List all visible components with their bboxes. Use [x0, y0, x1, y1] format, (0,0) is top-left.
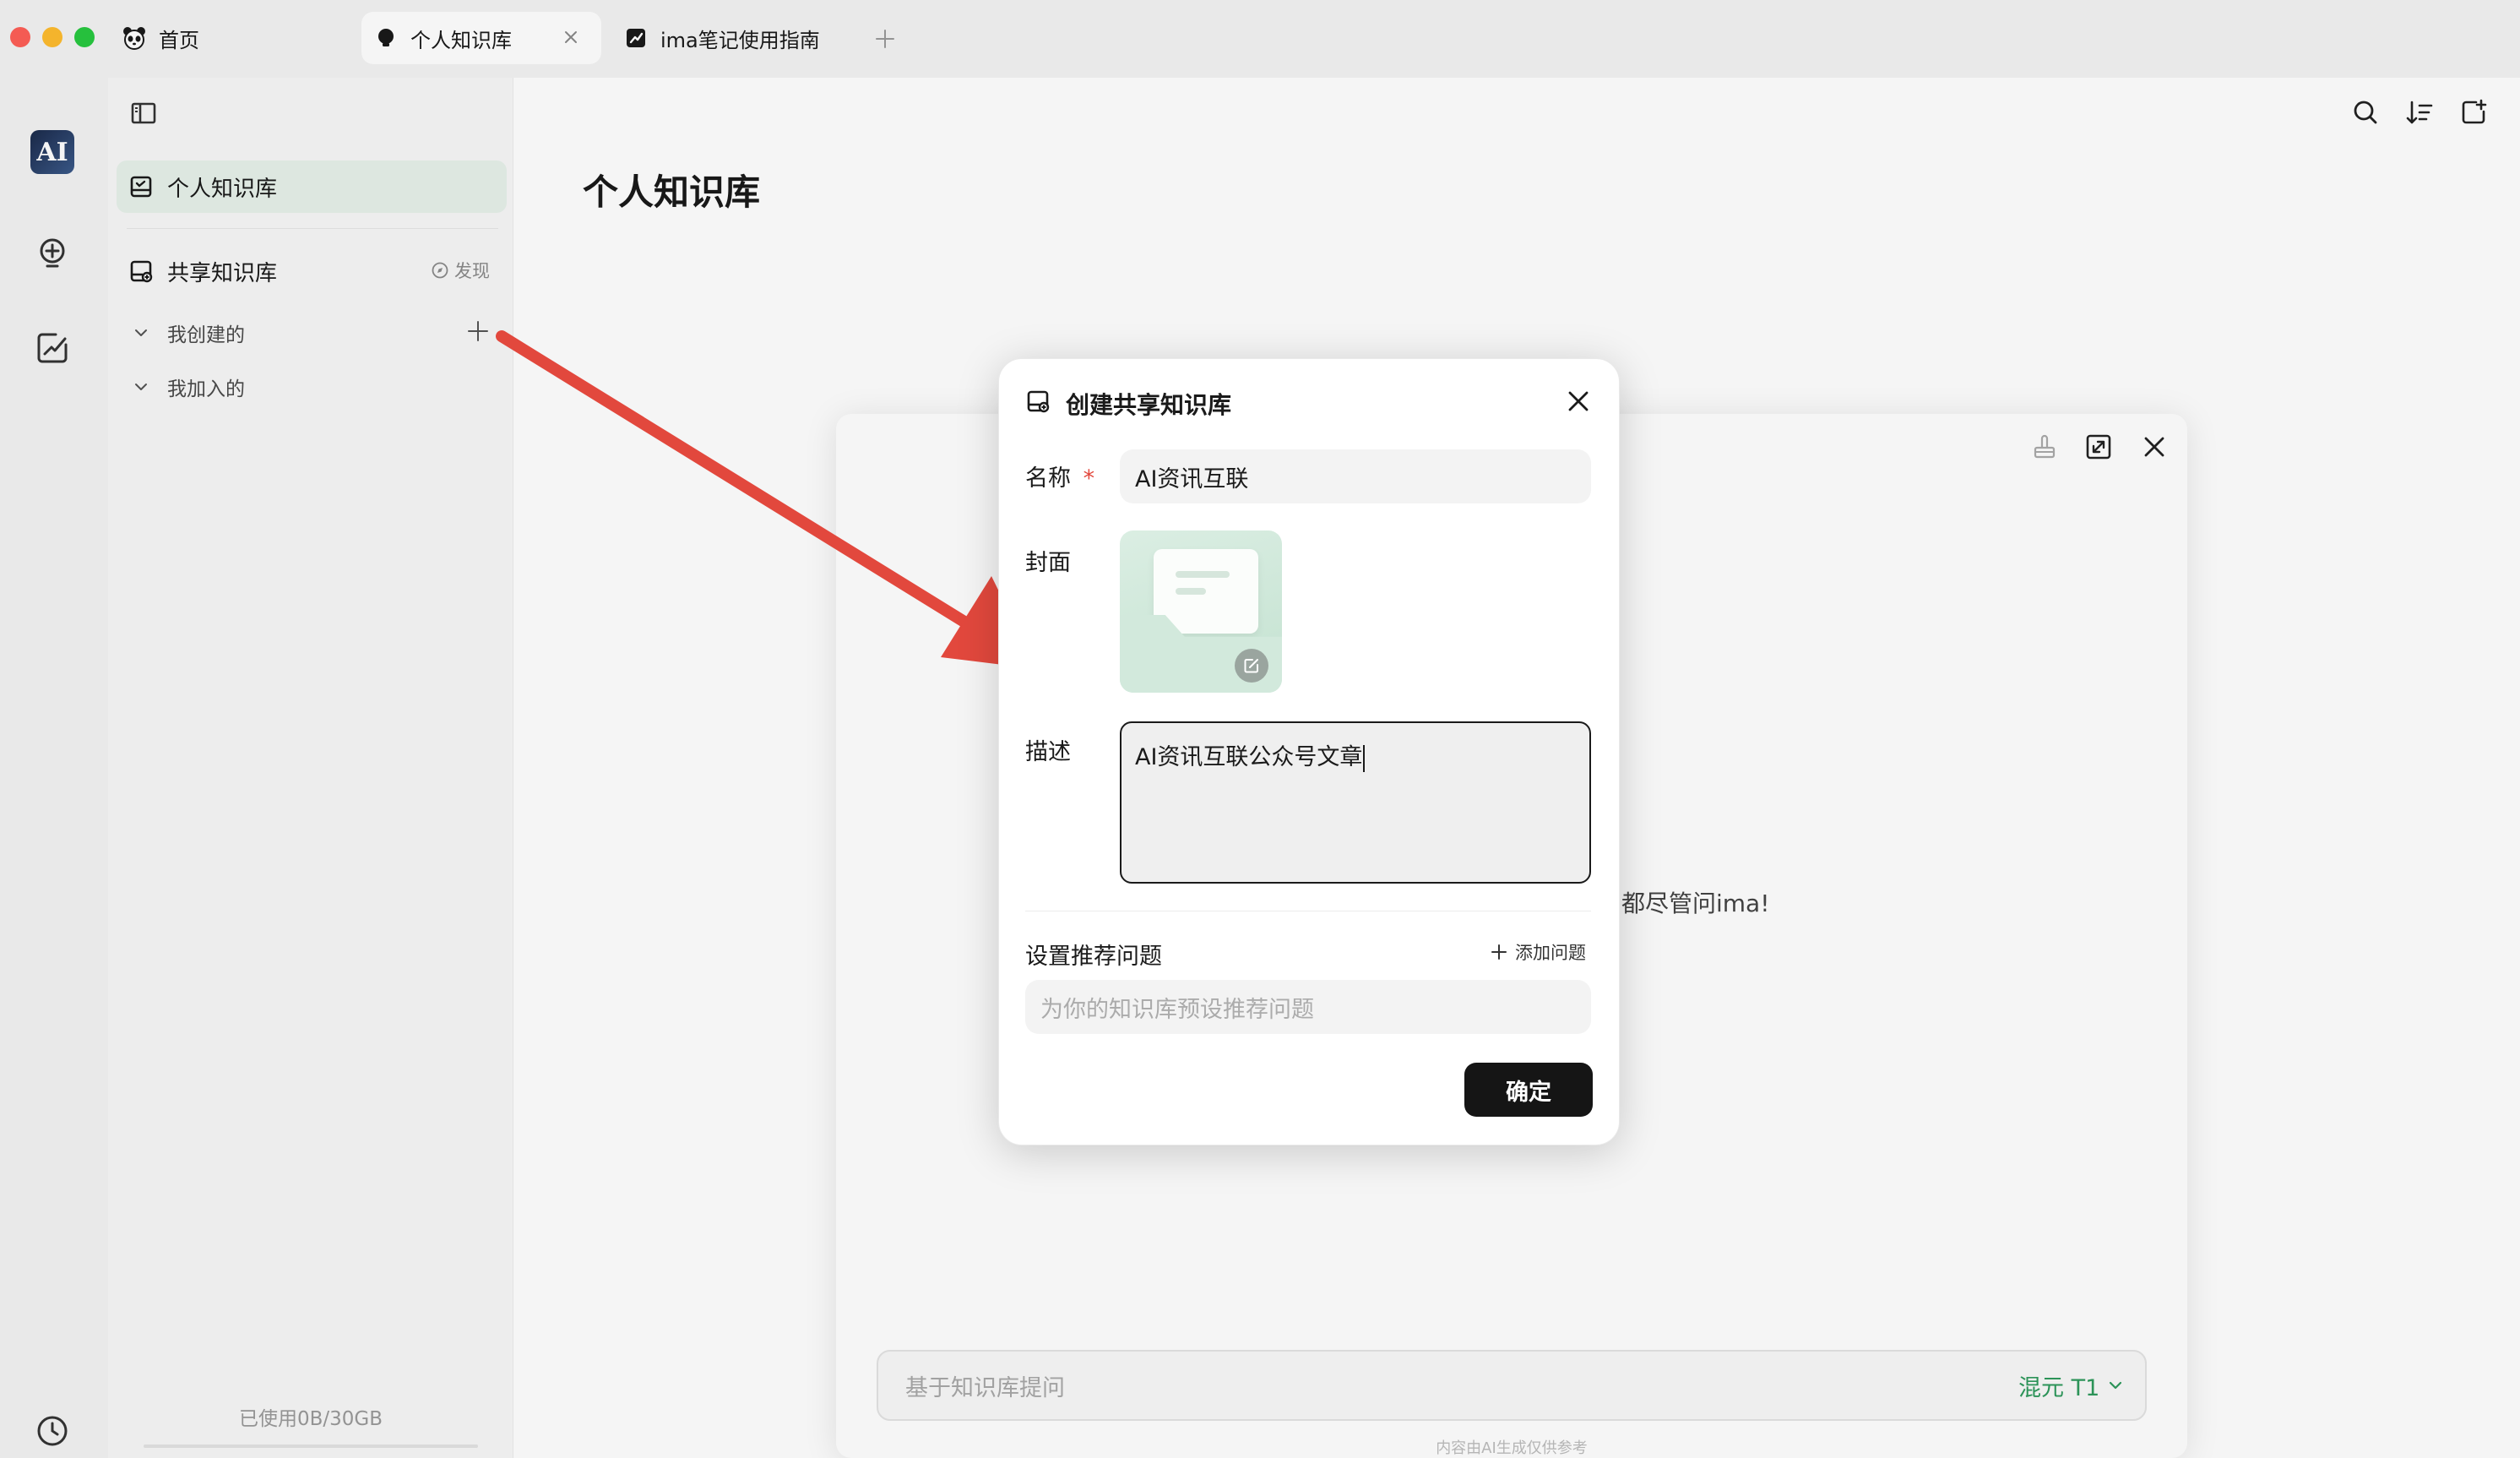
recommend-label: 设置推荐问题	[1025, 944, 1162, 970]
annotation-arrow	[490, 321, 1047, 693]
name-input[interactable]: AI资讯互联	[1120, 449, 1591, 503]
confirm-button[interactable]: 确定	[1464, 1063, 1593, 1117]
desc-textarea[interactable]: AI资讯互联公众号文章	[1120, 721, 1591, 884]
dialog-kb-icon	[1025, 389, 1051, 414]
dialog-close-icon[interactable]	[1564, 387, 1593, 416]
cover-image[interactable]	[1120, 530, 1282, 693]
plus-icon	[1490, 943, 1508, 961]
edit-cover-icon[interactable]	[1235, 649, 1268, 683]
name-label: 名称 *	[1025, 465, 1095, 492]
text-cursor	[1363, 744, 1366, 772]
desc-label: 描述	[1025, 739, 1071, 765]
required-mark: *	[1083, 465, 1095, 492]
add-question-button[interactable]: 添加问题	[1490, 939, 1586, 965]
cover-label: 封面	[1025, 550, 1071, 576]
question-input[interactable]: 为你的知识库预设推荐问题	[1025, 980, 1591, 1034]
dialog-title: 创建共享知识库	[1066, 391, 1232, 419]
